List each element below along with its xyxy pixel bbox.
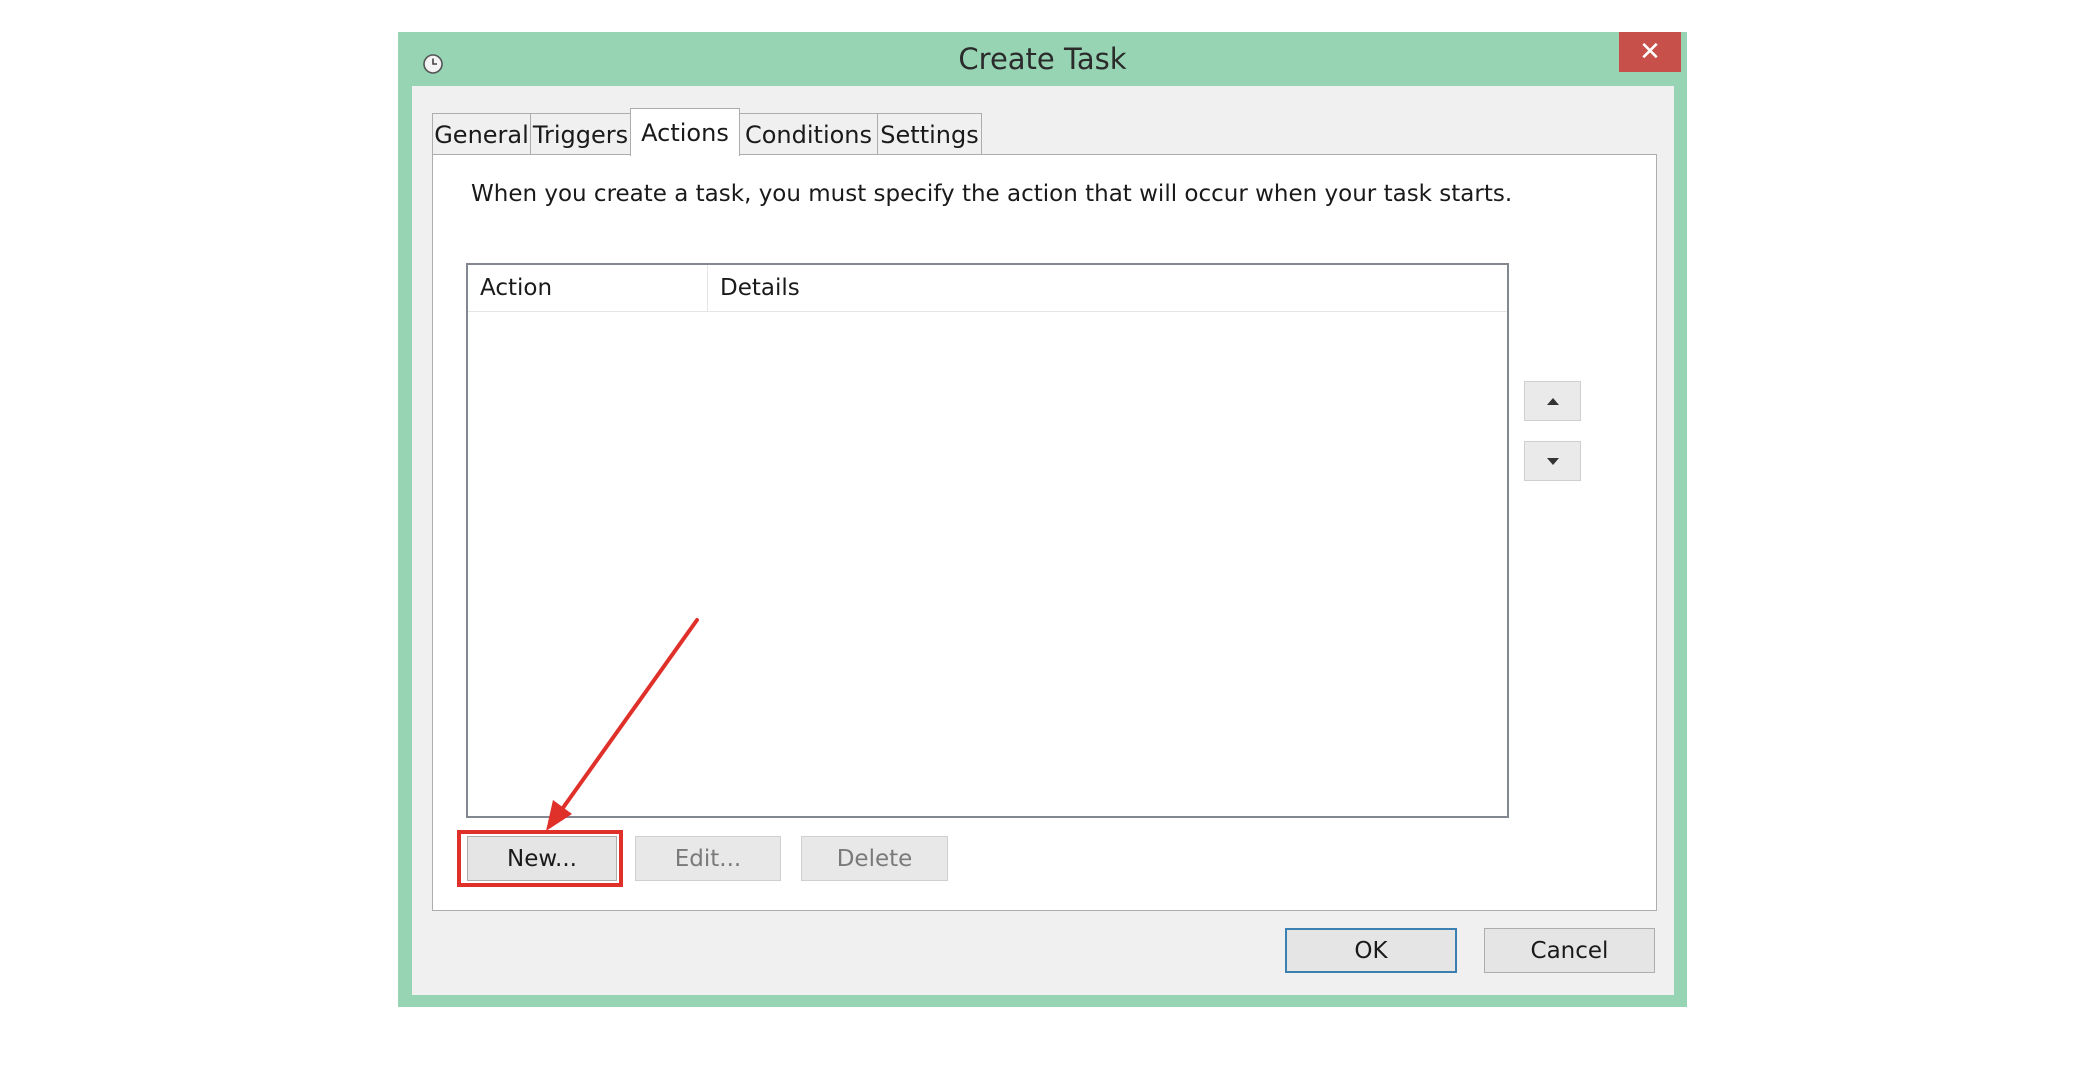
ok-button[interactable]: OK (1285, 928, 1457, 973)
triangle-up-icon (1546, 397, 1559, 405)
tab-actions[interactable]: Actions (630, 108, 740, 156)
move-up-button[interactable] (1524, 381, 1581, 421)
dialog-client-area: General Triggers Actions Conditions Sett… (412, 86, 1674, 995)
column-header-action[interactable]: Action (468, 265, 708, 311)
edit-action-button[interactable]: Edit... (635, 836, 781, 881)
actions-panel: When you create a task, you must specify… (432, 154, 1657, 911)
actions-list[interactable]: Action Details (466, 263, 1509, 818)
triangle-down-icon (1546, 457, 1559, 465)
close-button[interactable]: ✕ (1619, 32, 1681, 72)
tab-conditions[interactable]: Conditions (739, 113, 878, 155)
close-icon: ✕ (1639, 37, 1661, 67)
tab-general[interactable]: General (432, 113, 531, 155)
tab-settings[interactable]: Settings (877, 113, 982, 155)
delete-action-button[interactable]: Delete (801, 836, 948, 881)
window-title: Create Task (958, 42, 1127, 76)
cancel-button[interactable]: Cancel (1484, 928, 1655, 973)
column-header-details[interactable]: Details (708, 265, 1498, 311)
tab-triggers[interactable]: Triggers (530, 113, 631, 155)
instruction-text: When you create a task, you must specify… (471, 181, 1513, 207)
title-bar[interactable]: Create Task ✕ (398, 32, 1687, 86)
move-down-button[interactable] (1524, 441, 1581, 481)
create-task-dialog: Create Task ✕ General Triggers Actions C… (398, 32, 1687, 1007)
new-action-button[interactable]: New... (467, 836, 617, 881)
list-header: Action Details (468, 265, 1507, 312)
